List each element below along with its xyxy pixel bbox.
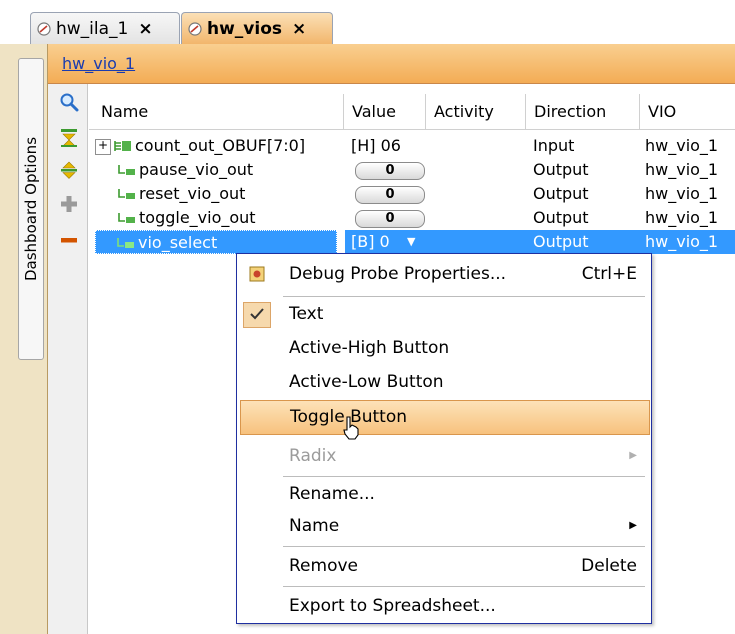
tab-hw-vios[interactable]: hw_vios × — [181, 12, 333, 44]
signal-icon — [118, 213, 135, 223]
collapse-all-icon[interactable] — [59, 128, 79, 148]
menu-label: Active-Low Button — [289, 372, 444, 392]
signal-icon — [118, 189, 135, 199]
menu-label: Debug Probe Properties... — [289, 264, 507, 284]
probe-vio: hw_vio_1 — [645, 208, 719, 227]
expand-all-icon[interactable] — [59, 160, 79, 180]
menu-item-export-to-spreadsheet[interactable]: Export to Spreadsheet... — [237, 590, 651, 622]
probe-tab-icon — [188, 21, 202, 36]
menu-item-radix: Radix ▶ — [237, 440, 651, 472]
probe-name: count_out_OBUF[7:0] — [135, 136, 306, 155]
probe-value-dropdown[interactable]: [B] 0 — [351, 230, 390, 254]
checkmark-icon — [243, 302, 271, 328]
menu-item-toggle-button[interactable]: Toggle Button — [240, 400, 650, 440]
column-header-vio[interactable]: VIO — [639, 94, 735, 130]
menu-separator — [283, 296, 645, 297]
value-toggle-button[interactable]: 0 — [355, 162, 425, 180]
signal-icon — [117, 238, 134, 248]
column-header-name[interactable]: Name — [93, 94, 351, 130]
probe-vio: hw_vio_1 — [645, 136, 719, 155]
column-header-value[interactable]: Value — [343, 94, 434, 130]
probe-direction: Output — [533, 232, 589, 251]
menu-shortcut: Ctrl+E — [581, 264, 637, 284]
signal-icon — [118, 165, 135, 175]
search-icon[interactable] — [59, 92, 79, 112]
menu-label: Active-High Button — [289, 338, 450, 358]
remove-icon[interactable] — [59, 230, 79, 250]
menu-item-name[interactable]: Name ▶ — [237, 510, 651, 542]
probe-name: toggle_vio_out — [139, 208, 256, 227]
submenu-arrow-icon: ▶ — [629, 450, 637, 461]
menu-item-remove[interactable]: Remove Delete — [237, 550, 651, 582]
probe-vio: hw_vio_1 — [645, 184, 719, 203]
menu-item-active-high-button[interactable]: Active-High Button — [237, 332, 651, 364]
menu-label: Name — [289, 516, 340, 536]
probe-name: pause_vio_out — [139, 160, 254, 179]
menu-label: Rename... — [289, 484, 375, 504]
menu-separator — [283, 546, 645, 547]
table-row-selected[interactable]: vio_select [B] 0 ▼ Output hw_vio_1 — [89, 230, 735, 254]
probe-vio: hw_vio_1 — [645, 160, 719, 179]
hw-vio-link[interactable]: hw_vio_1 — [62, 54, 135, 73]
menu-item-text[interactable]: Text — [237, 298, 651, 330]
probe-name: reset_vio_out — [139, 184, 246, 203]
menu-separator — [283, 586, 645, 587]
probe-direction: Output — [533, 184, 589, 203]
tab-label: hw_vios — [207, 18, 283, 39]
tab-strip: hw_ila_1 × hw_vios × — [0, 0, 735, 44]
selected-name-cell: vio_select — [95, 230, 337, 254]
vio-header-bar: hw_vio_1 — [48, 44, 735, 84]
vertical-toolbar — [48, 84, 88, 634]
value-toggle-button[interactable]: 0 — [355, 186, 425, 204]
dashboard-options-tab[interactable]: Dashboard Options — [18, 58, 44, 360]
expand-icon[interactable]: + — [95, 139, 111, 155]
bus-icon — [114, 141, 131, 151]
table-row[interactable]: toggle_vio_out 0 Output hw_vio_1 — [89, 206, 735, 230]
submenu-arrow-icon: ▶ — [629, 520, 637, 531]
tab-hw-ila-1[interactable]: hw_ila_1 × — [30, 12, 180, 44]
properties-icon — [249, 266, 265, 282]
menu-label: Export to Spreadsheet... — [289, 596, 496, 616]
probe-tab-icon — [37, 21, 51, 36]
table-header: Name Value Activity Direction VIO — [89, 94, 735, 130]
column-header-activity[interactable]: Activity — [425, 94, 534, 130]
add-icon[interactable] — [59, 194, 79, 214]
table-row[interactable]: pause_vio_out 0 Output hw_vio_1 — [89, 158, 735, 182]
probe-vio: hw_vio_1 — [645, 232, 719, 251]
probe-direction: Output — [533, 160, 589, 179]
table-row[interactable]: reset_vio_out 0 Output hw_vio_1 — [89, 182, 735, 206]
mouse-cursor-icon — [343, 416, 359, 440]
probe-direction: Input — [533, 136, 575, 155]
menu-item-debug-probe-properties[interactable]: Debug Probe Properties... Ctrl+E — [237, 258, 651, 290]
menu-separator — [283, 476, 645, 477]
tab-label: hw_ila_1 — [56, 18, 129, 39]
table-row[interactable]: + count_out_OBUF[7:0] [H] 06 Input hw_vi… — [89, 134, 735, 158]
chevron-down-icon[interactable]: ▼ — [407, 230, 415, 254]
menu-item-rename[interactable]: Rename... — [237, 478, 651, 510]
dashboard-options-label: Dashboard Options — [22, 136, 40, 282]
menu-item-active-low-button[interactable]: Active-Low Button — [237, 366, 651, 398]
value-toggle-button[interactable]: 0 — [355, 210, 425, 228]
close-icon[interactable]: × — [138, 19, 152, 39]
column-header-direction[interactable]: Direction — [525, 94, 638, 130]
context-menu: Debug Probe Properties... Ctrl+E Text Ac… — [236, 253, 652, 624]
menu-label: Remove — [289, 556, 358, 576]
probe-value: [H] 06 — [351, 136, 401, 155]
probe-direction: Output — [533, 208, 589, 227]
menu-label: Text — [289, 304, 324, 324]
probe-name: vio_select — [138, 233, 218, 252]
close-icon[interactable]: × — [292, 19, 306, 39]
menu-shortcut: Delete — [581, 556, 637, 576]
menu-label: Radix — [289, 446, 337, 466]
